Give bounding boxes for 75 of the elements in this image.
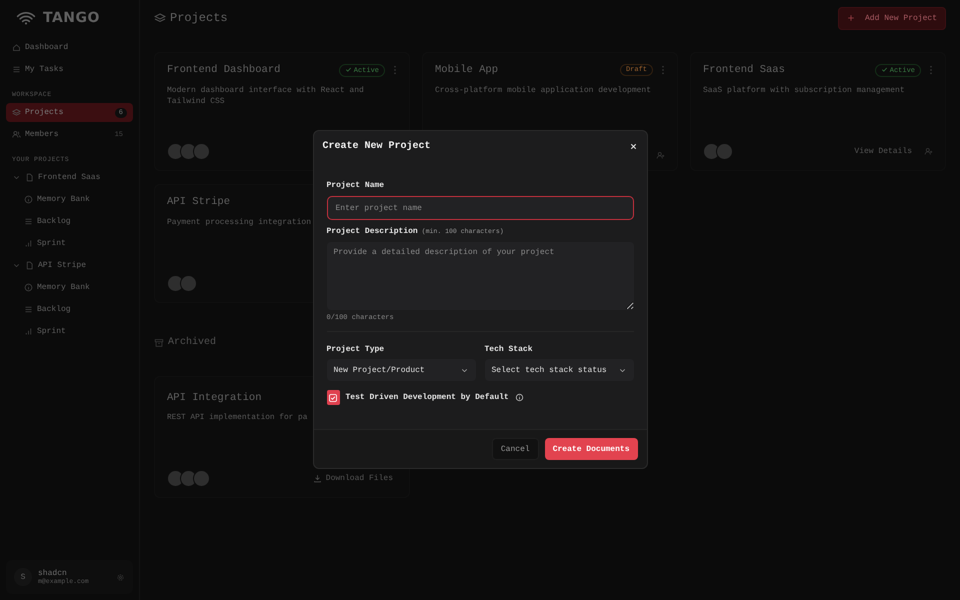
plus-icon [846, 14, 855, 22]
card-title: Frontend Dashboard [167, 64, 280, 76]
card-title: Mobile App [435, 64, 498, 76]
tree-item[interactable]: Backlog [6, 300, 133, 319]
field-label: Tech Stack [484, 345, 534, 354]
brand-name: TANGO [43, 10, 100, 26]
avatar: S [14, 568, 32, 586]
card-description: Payment processing integration [167, 217, 312, 228]
project-name-field[interactable]: Enter project name [326, 196, 634, 220]
tree-item[interactable]: API Stripe [6, 256, 133, 275]
bar-chart-icon [24, 327, 33, 336]
card-title: Frontend Saas [703, 64, 785, 76]
bar-chart-icon [24, 239, 33, 248]
close-icon[interactable] [628, 142, 638, 150]
avatar [716, 143, 733, 160]
list-icon [12, 65, 21, 74]
info-icon[interactable] [514, 393, 524, 402]
nav-item[interactable]: My Tasks [6, 60, 133, 79]
layers-icon [154, 12, 166, 24]
file-icon [25, 261, 34, 270]
page-title: Projects [170, 11, 229, 25]
user-plus-icon[interactable] [656, 151, 665, 160]
card-description: SaaS platform with subscription management [703, 85, 905, 96]
nav-item[interactable]: Dashboard [6, 38, 133, 57]
nav-label: Members [25, 130, 60, 139]
cancel-button[interactable]: Cancel [492, 438, 539, 460]
card-description: Cross-platform mobile application development [435, 85, 652, 96]
add-project-button[interactable]: Add New Project [838, 6, 946, 30]
file-icon [25, 173, 34, 182]
settings-icon[interactable] [116, 572, 125, 582]
card-title: API Integration [167, 392, 262, 404]
users-icon [12, 130, 21, 139]
card-link[interactable]: Download Files [326, 474, 393, 483]
more-icon[interactable] [393, 65, 397, 75]
avatar [703, 143, 720, 160]
tree-item[interactable]: Backlog [6, 212, 133, 231]
avatar [193, 470, 210, 487]
card-description: Modern dashboard interface with React and Tailwind CSS [167, 85, 365, 108]
list-icon [24, 217, 33, 226]
tree-item[interactable]: Sprint [6, 234, 133, 253]
checkbox-label: Test Driven Development by Default [346, 393, 509, 402]
avatar [193, 143, 210, 160]
user-name: shadcn [38, 569, 68, 578]
user-plus-icon[interactable] [924, 147, 933, 156]
tech-stack-select[interactable]: Select tech stack status [484, 359, 634, 381]
card-link[interactable]: View Details [854, 147, 912, 156]
home-icon [12, 43, 21, 52]
project-type-select[interactable]: New Project/Product [326, 359, 476, 381]
checkbox[interactable] [326, 390, 340, 405]
card-title: API Stripe [167, 196, 230, 208]
info-icon [24, 195, 33, 204]
avatar [167, 275, 184, 292]
section-title: Archived [168, 337, 216, 348]
project-description-field[interactable]: Provide a detailed description of your project [326, 242, 634, 310]
nav-label: Projects [25, 108, 64, 117]
tree-item[interactable]: Memory Bank [6, 190, 133, 209]
dialog-title: Create New Project [322, 140, 432, 152]
list-icon [24, 305, 33, 314]
avatar [180, 275, 197, 292]
field-label: Project Type [326, 345, 386, 354]
avatar [167, 143, 184, 160]
wifi-icon [16, 11, 36, 25]
more-icon[interactable] [661, 65, 665, 75]
avatar [167, 470, 184, 487]
create-button[interactable]: Create Documents [544, 438, 638, 460]
tree-item[interactable]: Memory Bank [6, 278, 133, 297]
field-label: Project Description [326, 227, 418, 236]
more-icon[interactable] [929, 65, 933, 75]
tree-item[interactable]: Sprint [6, 322, 133, 341]
field-label: Project Name [326, 181, 386, 190]
info-icon [24, 283, 33, 292]
archive-icon [154, 338, 164, 348]
layers-icon [12, 108, 21, 117]
download-icon [312, 474, 322, 483]
tree-item[interactable]: Frontend Saas [6, 168, 133, 187]
